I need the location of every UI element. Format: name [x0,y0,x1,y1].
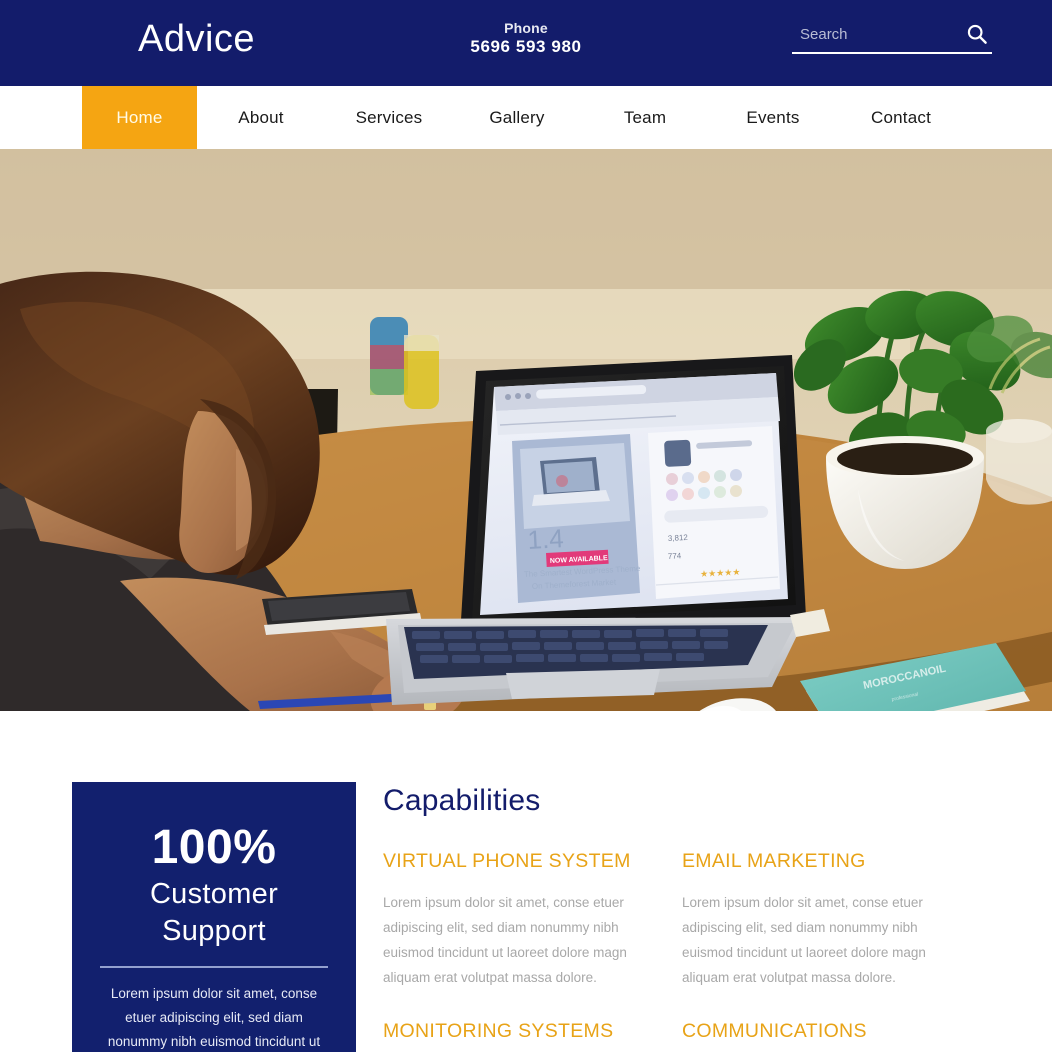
capability-item-email-marketing: EMAIL MARKETING Lorem ipsum dolor sit am… [682,848,979,990]
nav-item-gallery[interactable]: Gallery [453,86,581,149]
support-percent: 100% [151,821,277,874]
hero-banner-image: NOW AVAILABLE 1.4 The Smartest WordPress… [0,149,1052,711]
capability-item-communications: COMMUNICATIONS Lorem ipsum dolor sit ame… [682,1018,979,1052]
capability-item-monitoring-systems: MONITORING SYSTEMS Lorem ipsum dolor sit… [383,1018,680,1052]
support-description: Lorem ipsum dolor sit amet, conse etuer … [107,986,321,1049]
site-header: Advice Phone 5696 593 980 [0,0,1052,86]
capability-heading: COMMUNICATIONS [682,1020,867,1042]
search-input[interactable] [792,25,942,49]
capability-heading: MONITORING SYSTEMS [383,1020,614,1042]
capabilities-grid: VIRTUAL PHONE SYSTEM Lorem ipsum dolor s… [383,848,1023,1052]
nav-item-team[interactable]: Team [581,86,709,149]
hero-illustration: NOW AVAILABLE 1.4 The Smartest WordPress… [0,149,1052,711]
support-divider [100,966,328,968]
svg-text:1.4: 1.4 [527,523,565,555]
capability-body: Lorem ipsum dolor sit amet, conse etuer … [383,895,627,985]
nav-item-home[interactable]: Home [82,86,197,149]
capability-heading: EMAIL MARKETING [682,850,866,872]
nav-item-events[interactable]: Events [709,86,837,149]
nav-item-services[interactable]: Services [325,86,453,149]
search-button[interactable] [964,23,992,51]
svg-text:★★★★★: ★★★★★ [700,567,741,579]
nav-item-contact[interactable]: Contact [837,86,965,149]
content-section: 100% Customer Support Lorem ipsum dolor … [0,711,1052,1052]
main-navigation: Home About Services Gallery Team Events … [0,86,1052,149]
capability-body: Lorem ipsum dolor sit amet, conse etuer … [682,895,926,985]
brand-logo[interactable]: Advice [138,17,255,61]
nav-item-about[interactable]: About [197,86,325,149]
capability-item-virtual-phone-system: VIRTUAL PHONE SYSTEM Lorem ipsum dolor s… [383,848,680,990]
support-title-line2: Support [162,915,266,947]
capabilities-title: Capabilities [383,784,541,817]
svg-text:774: 774 [668,551,682,561]
svg-text:3,812: 3,812 [668,533,689,543]
search-icon [966,23,988,48]
capability-heading: VIRTUAL PHONE SYSTEM [383,850,631,872]
search-bar[interactable] [792,22,992,54]
support-title-line1: Customer [149,878,279,910]
capabilities-section: Capabilities VIRTUAL PHONE SYSTEM Lorem … [383,782,1023,1052]
customer-support-card: 100% Customer Support Lorem ipsum dolor … [72,782,356,1052]
